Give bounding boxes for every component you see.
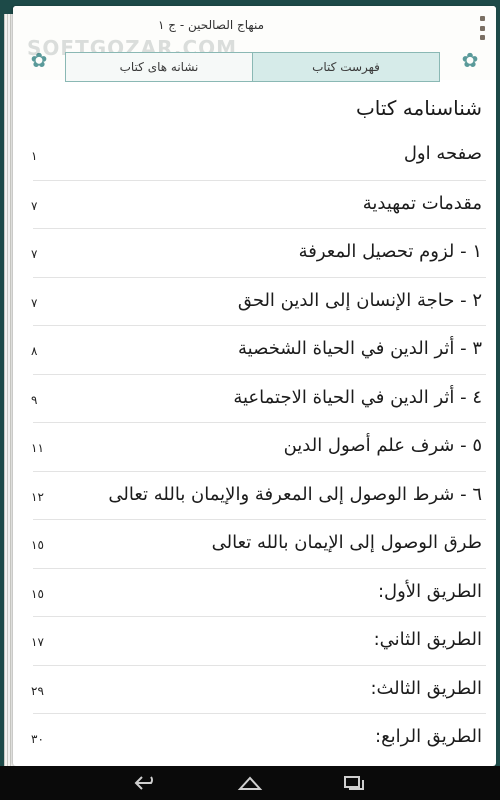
tab-bar: نشانه های کتاب فهرست کتاب xyxy=(65,52,440,82)
toc-title: الطريق الرابع: xyxy=(375,726,482,747)
system-nav-bar xyxy=(0,766,500,800)
toc-page-number: ٨ xyxy=(31,344,38,358)
list-item[interactable]: ١ - لزوم تحصيل المعرفة ٧ xyxy=(31,228,486,277)
book-info-heading[interactable]: شناسنامه کتاب xyxy=(356,96,482,120)
ornament-left-icon: ✿ xyxy=(30,48,48,72)
toc-page-number: ١ xyxy=(31,149,38,163)
toc-title: طرق الوصول إلى الإيمان بالله تعالى xyxy=(211,532,482,553)
toc-title: ٥ - شرف علم أصول الدين xyxy=(283,435,482,456)
header: ✿ ✿ SOFTGOZAR.COM منهاج الصالحين - ج ١ ن… xyxy=(13,6,496,82)
toc-title: ١ - لزوم تحصيل المعرفة xyxy=(298,241,482,262)
list-item[interactable]: الطريق الثاني: ١٧ xyxy=(31,616,486,665)
recent-apps-icon[interactable] xyxy=(341,775,367,791)
list-item[interactable]: ٥ - شرف علم أصول الدين ١١ xyxy=(31,422,486,471)
list-item[interactable]: الطريق الأول: ١٥ xyxy=(31,567,486,617)
list-item[interactable]: طرق الوصول إلى الإيمان بالله تعالى ١٥ xyxy=(31,519,486,568)
overflow-menu-icon[interactable] xyxy=(478,16,486,40)
list-item[interactable]: ٤ - أثر الدين في الحياة الاجتماعية ٩ xyxy=(31,373,486,423)
list-item[interactable]: ٢ - حاجة الإنسان إلى الدين الحق ٧ xyxy=(31,276,486,326)
toc-page-number: ١٧ xyxy=(31,635,44,649)
ornament-right-icon: ✿ xyxy=(461,48,479,72)
toc-title: الطريق الثالث: xyxy=(370,677,482,699)
list-item[interactable]: ٣ - أثر الدين في الحياة الشخصية ٨ xyxy=(31,325,486,374)
tab-contents[interactable]: فهرست کتاب xyxy=(252,53,439,81)
toc-page-number: ٩ xyxy=(31,392,38,407)
toc-title: الطريق الأول: xyxy=(377,580,482,602)
toc-page-number: ١٢ xyxy=(31,489,44,504)
toc-title: ٦ - شرط الوصول إلى المعرفة والإيمان بالل… xyxy=(108,483,482,505)
toc-page-number: ٧ xyxy=(31,295,38,310)
list-item[interactable]: مقدمات تمهيدية ٧ xyxy=(31,179,486,229)
toc-title: صفحه اول xyxy=(403,143,482,164)
list-item[interactable]: الطريق الرابع: ٣٠ xyxy=(31,713,486,762)
home-icon[interactable] xyxy=(237,775,263,791)
toc-title: ٣ - أثر الدين في الحياة الشخصية xyxy=(238,338,482,359)
app-title: منهاج الصالحين - ج ١ xyxy=(158,18,264,32)
list-item[interactable]: الطريق الثالث: ٢٩ xyxy=(31,664,486,714)
list-item[interactable]: ٦ - شرط الوصول إلى المعرفة والإيمان بالل… xyxy=(31,470,486,520)
tab-bookmarks[interactable]: نشانه های کتاب xyxy=(66,53,252,81)
back-icon[interactable] xyxy=(133,775,159,791)
toc-title: ٢ - حاجة الإنسان إلى الدين الحق xyxy=(237,289,482,311)
book-page: ✿ ✿ SOFTGOZAR.COM منهاج الصالحين - ج ١ ن… xyxy=(13,6,496,766)
toc-page-number: ٣٠ xyxy=(31,732,44,746)
toc-title: مقدمات تمهيدية xyxy=(362,192,482,214)
toc-page-number: ١٥ xyxy=(31,538,44,552)
table-of-contents: صفحه اول ١ مقدمات تمهيدية ٧ ١ - لزوم تحص… xyxy=(13,131,496,762)
toc-page-number: ١٥ xyxy=(31,586,44,601)
toc-page-number: ٢٩ xyxy=(31,683,44,698)
toc-page-number: ٧ xyxy=(31,198,38,213)
toc-title: ٤ - أثر الدين في الحياة الاجتماعية xyxy=(233,386,482,408)
toc-title: الطريق الثاني: xyxy=(373,629,482,650)
toc-page-number: ١١ xyxy=(31,441,44,455)
list-item[interactable]: صفحه اول ١ xyxy=(31,131,486,180)
toc-page-number: ٧ xyxy=(31,247,38,261)
